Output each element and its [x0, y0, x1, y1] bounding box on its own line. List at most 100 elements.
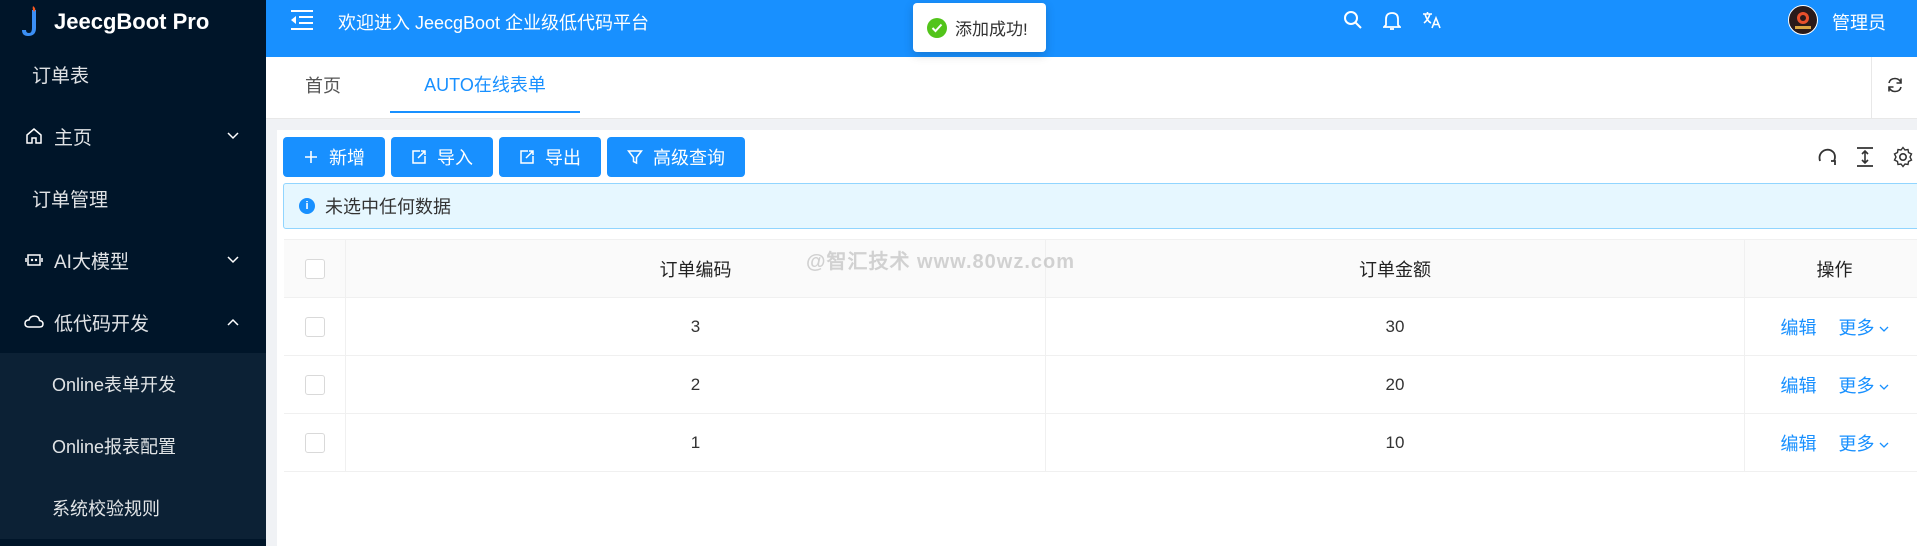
cell-order-amount: 10	[1046, 414, 1745, 471]
cell-order-amount: 30	[1046, 298, 1745, 355]
sidebar-item-home[interactable]: 主页	[0, 105, 266, 167]
table-row: 2 20 编辑 更多	[284, 356, 1917, 414]
plus-icon	[303, 149, 319, 165]
cell-actions: 编辑 更多	[1745, 298, 1917, 355]
export-button[interactable]: 导出	[499, 137, 601, 177]
tab-auto-online-form[interactable]: AUTO在线表单	[390, 57, 580, 113]
button-label: 高级查询	[653, 148, 725, 168]
button-label: 导入	[437, 148, 473, 168]
column-header-amount[interactable]: 订单金额	[1046, 240, 1745, 297]
add-button[interactable]: 新增	[283, 137, 385, 177]
cell-order-code: 2	[346, 356, 1046, 413]
sidebar-item-label: 低代码开发	[54, 313, 150, 335]
menu-fold-icon[interactable]	[288, 8, 316, 32]
row-checkbox[interactable]	[304, 432, 325, 453]
avatar[interactable]	[1788, 5, 1818, 35]
robot-icon	[24, 250, 44, 270]
chevron-down-icon	[1879, 316, 1889, 337]
tab-refresh-button[interactable]	[1871, 57, 1917, 118]
refresh-table-icon[interactable]	[1815, 145, 1839, 169]
advanced-query-button[interactable]: 高级查询	[607, 137, 745, 177]
chevron-down-icon	[1879, 374, 1889, 395]
success-toast: 添加成功!	[913, 3, 1046, 52]
tab-bar: 首页 AUTO在线表单	[266, 57, 1917, 119]
sidebar-item-validation-rules[interactable]: 系统校验规则	[0, 477, 266, 539]
sidebar-item-online-form[interactable]: Online表单开发	[0, 353, 266, 415]
jeecg-logo-icon	[22, 5, 36, 36]
sidebar-item-label: AI大模型	[54, 251, 129, 273]
tab-label: AUTO在线表单	[424, 75, 546, 95]
sidebar-item-label: 订单管理	[32, 189, 109, 211]
table-header-row: 订单编码 订单金额 操作	[284, 240, 1917, 298]
sidebar-item-ai-model[interactable]: AI大模型	[0, 229, 266, 291]
cell-actions: 编辑 更多	[1745, 356, 1917, 413]
table-row: 3 30 编辑 更多	[284, 298, 1917, 356]
column-header-actions: 操作	[1816, 259, 1853, 280]
alert-text: 未选中任何数据	[325, 197, 451, 217]
row-checkbox[interactable]	[304, 374, 325, 395]
search-icon[interactable]	[1341, 8, 1365, 32]
column-height-icon[interactable]	[1853, 145, 1877, 169]
chevron-down-icon	[1879, 432, 1889, 453]
chevron-down-icon	[226, 253, 240, 267]
cell-order-amount: 20	[1046, 356, 1745, 413]
more-label: 更多	[1838, 375, 1875, 396]
chevron-up-icon	[226, 315, 240, 329]
order-table: 订单编码 订单金额 操作 3 30 编辑 更多 2 20 编辑 更多 1 10 …	[284, 239, 1917, 472]
check-circle-icon	[927, 17, 947, 38]
filter-icon	[627, 149, 643, 165]
watermark: @智汇技术 www.80wz.com	[806, 251, 1076, 273]
cell-order-code: 3	[346, 298, 1046, 355]
button-label: 新增	[329, 148, 365, 168]
translate-icon[interactable]	[1420, 8, 1444, 32]
row-checkbox-cell	[284, 356, 346, 413]
table-row: 1 10 编辑 更多	[284, 414, 1917, 472]
selection-alert: i 未选中任何数据	[283, 183, 1917, 229]
chevron-down-icon	[226, 129, 240, 143]
edit-link[interactable]: 编辑	[1781, 314, 1817, 340]
sidebar-item-lowcode[interactable]: 低代码开发	[0, 291, 266, 353]
app-logo[interactable]: JeecgBoot Pro	[0, 0, 266, 43]
more-dropdown[interactable]: 更多	[1839, 314, 1889, 340]
button-label: 导出	[545, 148, 581, 168]
cell-order-code: 1	[346, 414, 1046, 471]
sidebar-item-label: 系统校验规则	[52, 499, 160, 519]
tab-home[interactable]: 首页	[266, 57, 380, 113]
edit-link[interactable]: 编辑	[1781, 430, 1817, 456]
sidebar-item-label: 订单表	[32, 65, 90, 87]
cell-actions: 编辑 更多	[1745, 414, 1917, 471]
tab-label: 首页	[305, 76, 341, 96]
more-dropdown[interactable]: 更多	[1839, 372, 1889, 398]
import-button[interactable]: 导入	[391, 137, 493, 177]
info-icon: i	[299, 198, 315, 214]
username[interactable]: 管理员	[1832, 9, 1886, 35]
toast-message: 添加成功!	[955, 20, 1028, 39]
content-card: 新增 导入 导出 高级查询 i 未选中任何数据 订单编码 订单金额 操作 3 3…	[277, 130, 1917, 546]
sidebar-item-label: 主页	[54, 127, 93, 149]
sidebar-submenu-lowcode: Online表单开发 Online报表配置 系统校验规则	[0, 353, 266, 539]
sidebar-item-order-table[interactable]: 订单表	[0, 43, 266, 105]
top-header: 欢迎进入 JeecgBoot 企业级低代码平台 管理员	[266, 0, 1917, 57]
sidebar-item-label: Online表单开发	[52, 375, 177, 395]
more-label: 更多	[1838, 433, 1875, 454]
settings-icon[interactable]	[1891, 145, 1915, 169]
sidebar-item-order-manage[interactable]: 订单管理	[0, 167, 266, 229]
cloud-icon	[24, 312, 44, 332]
sidebar-item-label: Online报表配置	[52, 437, 177, 457]
bell-icon[interactable]	[1380, 8, 1404, 32]
table-toolbar: 新增 导入 导出 高级查询	[283, 137, 745, 177]
sidebar: JeecgBoot Pro 订单表 主页 订单管理 AI大模型 低代码开发 On…	[0, 0, 266, 546]
select-all-checkbox[interactable]	[304, 258, 325, 279]
more-dropdown[interactable]: 更多	[1839, 430, 1889, 456]
welcome-text: 欢迎进入 JeecgBoot 企业级低代码平台	[338, 13, 650, 33]
edit-link[interactable]: 编辑	[1781, 372, 1817, 398]
row-checkbox[interactable]	[304, 316, 325, 337]
app-title: JeecgBoot Pro	[54, 8, 210, 34]
row-checkbox-cell	[284, 414, 346, 471]
row-checkbox-cell	[284, 298, 346, 355]
more-label: 更多	[1838, 317, 1875, 338]
home-icon	[24, 126, 44, 146]
sidebar-item-online-report[interactable]: Online报表配置	[0, 415, 266, 477]
import-icon	[411, 149, 427, 165]
export-icon	[519, 149, 535, 165]
